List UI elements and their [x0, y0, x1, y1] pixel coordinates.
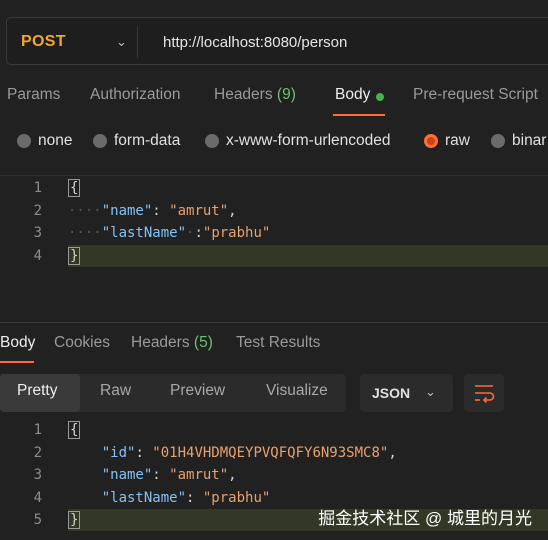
response-tab-test-results[interactable]: Test Results [236, 334, 320, 352]
json-key: "name" [101, 467, 153, 483]
divider [137, 26, 138, 58]
response-body-line: { [68, 421, 81, 439]
line-number: 5 [33, 512, 42, 528]
tab-headers-label: Headers [214, 86, 273, 103]
brace-close: } [68, 511, 81, 529]
response-body-line: "name": "amrut", [68, 467, 237, 483]
punct: : [135, 445, 153, 461]
json-key: "id" [101, 445, 136, 461]
response-tab-headers[interactable]: Headers (5) [131, 334, 213, 352]
line-number: 2 [33, 203, 42, 219]
response-headers-count: (5) [193, 334, 213, 351]
request-body-line[interactable]: ····"name": "amrut", [68, 203, 237, 219]
active-tab-indicator [0, 361, 34, 363]
response-body-line: "id": "01H4VHDMQEYPVQFQFY6N93SMC8", [68, 445, 397, 461]
json-string: "amrut" [169, 203, 229, 219]
indent-marker: ···· [68, 225, 102, 241]
line-number: 4 [33, 248, 42, 264]
brace-close: } [68, 247, 81, 265]
brace-open: { [68, 421, 81, 439]
request-body-line[interactable]: { [68, 179, 81, 197]
active-tab-indicator [333, 114, 385, 116]
json-string: "amrut" [169, 467, 229, 483]
tab-authorization[interactable]: Authorization [90, 86, 180, 104]
headers-count: (9) [276, 86, 296, 103]
radio-label-form-data[interactable]: form-data [114, 132, 180, 150]
line-number: 3 [33, 225, 42, 241]
line-number: 3 [33, 467, 42, 483]
json-string: "01H4VHDMQEYPVQFQFY6N93SMC8" [152, 445, 389, 461]
current-line-highlight [68, 245, 548, 267]
radio-raw[interactable] [424, 134, 438, 148]
radio-form-data[interactable] [93, 134, 107, 148]
url-input[interactable]: http://localhost:8080/person [163, 18, 347, 66]
punct: : [152, 467, 170, 483]
radio-none[interactable] [17, 134, 31, 148]
punct: , [228, 203, 237, 219]
request-bar: POST ⌄ http://localhost:8080/person [6, 17, 548, 65]
response-tab-cookies[interactable]: Cookies [54, 334, 110, 352]
radio-label-binary[interactable]: binar [512, 132, 546, 150]
chevron-down-icon: ⌄ [425, 384, 436, 399]
radio-label-x-www-form-urlencoded[interactable]: x-www-form-urlencoded [226, 132, 391, 150]
brace-open: { [68, 179, 81, 197]
line-number: 1 [33, 422, 42, 438]
watermark: 掘金技术社区 @ 城里的月光 [318, 509, 532, 528]
radio-x-www-form-urlencoded[interactable] [205, 134, 219, 148]
punct: : [194, 225, 203, 241]
wrap-lines-button[interactable] [464, 374, 504, 412]
response-body-line: "lastName": "prabhu" [68, 490, 271, 506]
json-key: "name" [101, 203, 153, 219]
tab-headers[interactable]: Headers (9) [214, 86, 296, 104]
json-string: "prabhu" [202, 225, 271, 241]
method-select[interactable]: POST ⌄ [21, 18, 139, 66]
indent-marker: ···· [68, 203, 102, 219]
body-modified-dot [376, 93, 384, 101]
request-body-line[interactable]: } [68, 247, 81, 265]
response-tab-body[interactable]: Body [0, 334, 35, 352]
chevron-down-icon: ⌄ [116, 34, 127, 49]
view-preview-button[interactable]: Preview [170, 382, 225, 400]
line-number: 1 [33, 180, 42, 196]
radio-label-raw[interactable]: raw [445, 132, 470, 150]
line-number: 2 [33, 445, 42, 461]
punct: , [388, 445, 397, 461]
wrap-lines-icon [475, 385, 495, 404]
view-visualize-button[interactable]: Visualize [266, 382, 328, 400]
punct: : [152, 203, 170, 219]
view-pretty-label[interactable]: Pretty [17, 382, 57, 400]
divider [0, 322, 548, 323]
punct: : [186, 490, 203, 506]
response-tab-headers-label: Headers [131, 334, 190, 351]
method-label: POST [21, 33, 66, 50]
radio-label-none[interactable]: none [38, 132, 72, 150]
response-body-line: } [68, 511, 81, 529]
json-key: "lastName" [101, 490, 187, 506]
request-body-line[interactable]: ····"lastName"·:"prabhu" [68, 225, 270, 241]
json-key: "lastName" [101, 225, 187, 241]
view-raw-button[interactable]: Raw [100, 382, 131, 400]
divider [0, 175, 548, 176]
radio-binary[interactable] [491, 134, 505, 148]
tab-params[interactable]: Params [7, 86, 60, 104]
tab-body[interactable]: Body [335, 86, 370, 104]
punct: , [228, 467, 237, 483]
tab-pre-request-script[interactable]: Pre-request Script [413, 86, 538, 104]
format-label: JSON [372, 385, 411, 401]
json-string: "prabhu" [202, 490, 271, 506]
line-number: 4 [33, 490, 42, 506]
